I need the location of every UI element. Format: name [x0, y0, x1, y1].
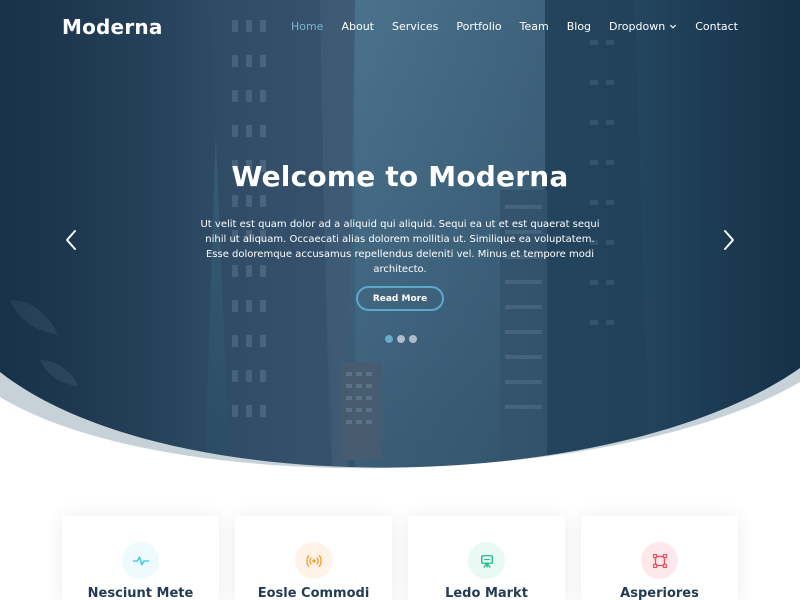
service-title-4: Asperiores [620, 586, 699, 600]
page-root: Moderna Home About Services Portfolio Te… [0, 0, 800, 600]
hero-section: Moderna Home About Services Portfolio Te… [0, 0, 800, 600]
nav-dropdown-label: Dropdown [609, 20, 666, 33]
nav-dropdown-link[interactable]: Dropdown [609, 20, 677, 33]
service-title-3: Ledo Markt [445, 586, 528, 600]
service-card-3[interactable]: Ledo Markt [408, 516, 565, 600]
service-card-1[interactable]: Nesciunt Mete [62, 516, 219, 600]
carousel-indicator-2[interactable] [397, 335, 405, 343]
activity-icon [122, 542, 159, 579]
site-logo[interactable]: Moderna [62, 15, 163, 39]
carousel-next-icon[interactable] [720, 228, 738, 252]
bounding-box-icon [641, 542, 678, 579]
service-title-2: Eosle Commodi [257, 586, 370, 600]
service-card-2[interactable]: Eosle Commodi [235, 516, 392, 600]
nav-home-link[interactable]: Home [291, 20, 323, 33]
nav-blog-link[interactable]: Blog [567, 20, 591, 33]
nav-portfolio-link[interactable]: Portfolio [456, 20, 501, 33]
hero-title: Welcome to Moderna [231, 160, 569, 193]
read-more-button[interactable]: Read More [356, 286, 444, 311]
nav-team-link[interactable]: Team [520, 20, 549, 33]
nav-about-link[interactable]: About [341, 20, 374, 33]
nav-contact-link[interactable]: Contact [695, 20, 738, 33]
services-cards: Nesciunt Mete Eosle Commodi Ledo Markt A… [62, 516, 738, 600]
carousel-previous-icon[interactable] [62, 228, 80, 252]
hero-content: Welcome to Moderna Ut velit est quam dol… [0, 160, 800, 277]
service-title-1: Nesciunt Mete [87, 586, 194, 600]
broadcast-icon [295, 542, 332, 579]
carousel-indicator-1[interactable] [385, 335, 393, 343]
chevron-down-icon [670, 24, 677, 28]
hero-description: Ut velit est quam dolor ad a aliquid qui… [200, 219, 600, 275]
service-card-4[interactable]: Asperiores [581, 516, 738, 600]
nav-services-link[interactable]: Services [392, 20, 438, 33]
easel-icon [468, 542, 505, 579]
carousel-indicators [385, 335, 417, 343]
site-header: Moderna Home About Services Portfolio Te… [0, 0, 800, 56]
main-nav: Home About Services Portfolio Team Blog … [273, 20, 738, 33]
carousel-indicator-3[interactable] [409, 335, 417, 343]
